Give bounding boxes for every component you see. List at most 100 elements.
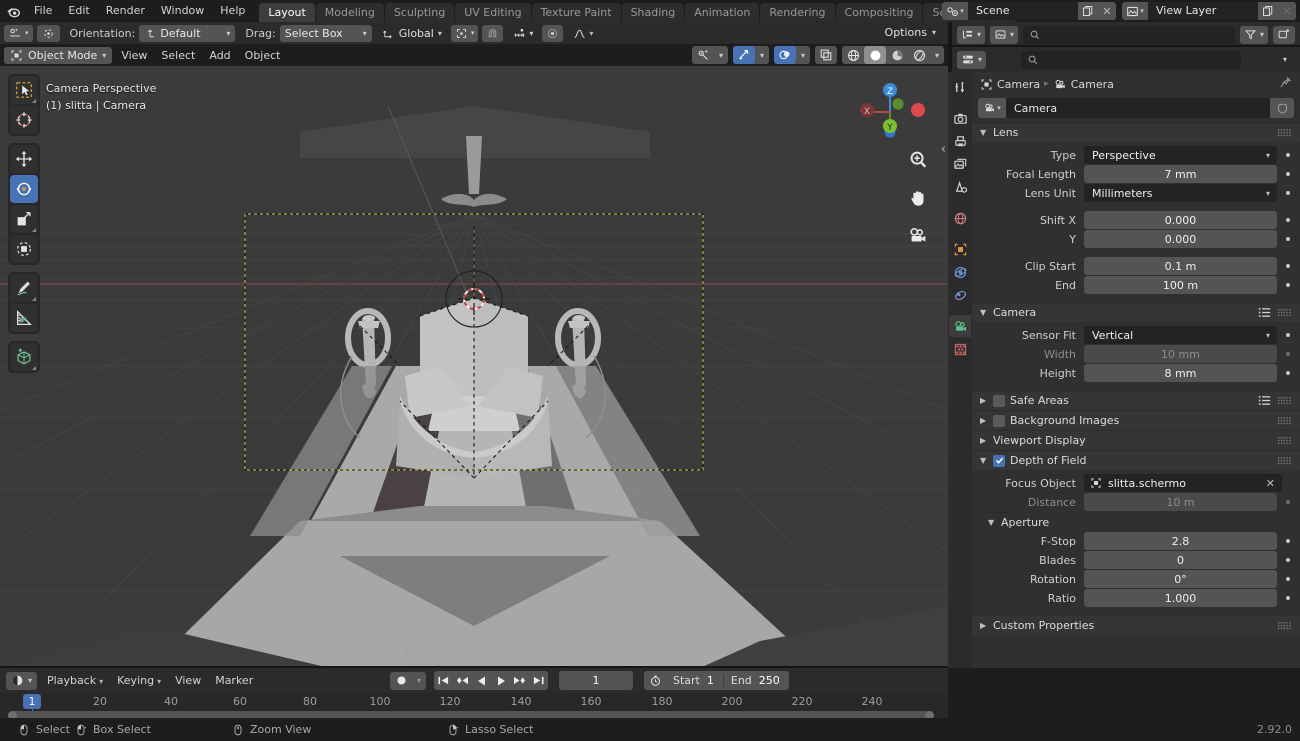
shading-modes-group[interactable]: ▾ [842, 46, 944, 64]
camera-datablock-field[interactable]: ▾ Camera [978, 98, 1294, 118]
animate-property-icon[interactable] [1282, 237, 1294, 241]
toggle-xray-icon[interactable] [815, 46, 837, 64]
chevron-down-icon[interactable]: ▾ [412, 672, 426, 690]
clip-start-field[interactable]: 0.1 m [1084, 257, 1277, 275]
end-value[interactable]: 250 [759, 674, 789, 687]
output-tab[interactable] [949, 130, 971, 152]
workspace-tab-rendering[interactable]: Rendering [760, 3, 835, 22]
new-copy-icon[interactable] [1078, 2, 1098, 20]
material-shading-icon[interactable] [886, 46, 908, 64]
render-tab[interactable] [949, 107, 971, 129]
type-dropdown[interactable]: Perspective ▾ [1084, 146, 1277, 164]
menu-edit[interactable]: Edit [60, 2, 97, 20]
workspace-tab-shading[interactable]: Shading [621, 3, 685, 22]
annotate-tool[interactable] [10, 274, 38, 302]
safe-areas-panel-header[interactable]: ▶ Safe Areas [972, 390, 1300, 410]
close-icon[interactable]: ✕ [1098, 2, 1116, 20]
camera-panel-header[interactable]: ▼ Camera [972, 302, 1300, 322]
animate-property-icon[interactable] [1282, 596, 1294, 600]
panel-presets-icon[interactable] [1258, 307, 1271, 318]
panel-grip-icon[interactable] [1278, 456, 1292, 465]
drag-dropdown[interactable]: Select Box ▾ [279, 24, 372, 42]
panel-presets-icon[interactable] [1258, 395, 1271, 406]
timeline-editor-type-dropdown[interactable]: ▾ [6, 671, 38, 690]
animate-property-icon[interactable] [1282, 153, 1294, 157]
depth-of-field-panel-header[interactable]: ▼ Depth of Field [972, 450, 1300, 470]
select-box-icon[interactable]: ▾ [4, 24, 33, 42]
modifiers-tab[interactable] [949, 261, 971, 283]
jump-end-icon[interactable] [529, 671, 548, 690]
xray-group[interactable]: ▾ [774, 46, 810, 64]
panel-grip-icon[interactable] [1278, 308, 1292, 317]
play-reverse-icon[interactable] [472, 671, 491, 690]
pin-icon[interactable] [1279, 76, 1292, 92]
viewlayer-name[interactable]: View Layer [1148, 2, 1258, 20]
object-tab[interactable] [949, 238, 971, 260]
workspace-tab-animation[interactable]: Animation [685, 3, 760, 22]
chevron-down-icon[interactable]: ▾ [796, 46, 810, 64]
play-icon[interactable] [491, 671, 510, 690]
timeline-menu-keying[interactable]: Keying ▾ [110, 672, 168, 690]
workspace-tab-modeling[interactable]: Modeling [315, 3, 384, 22]
jump-start-icon[interactable] [434, 671, 453, 690]
transform-tool[interactable] [10, 235, 38, 263]
lens-panel-header[interactable]: ▼ Lens [972, 122, 1300, 142]
scene-name[interactable]: Scene [968, 2, 1078, 20]
3d-viewport[interactable]: Camera Perspective (1) slitta | Camera Z… [0, 66, 948, 668]
playhead-handle[interactable]: 1 [23, 694, 41, 709]
animate-property-icon[interactable] [1282, 352, 1294, 356]
background-images-panel-checkbox[interactable] [993, 414, 1005, 427]
current-frame-field[interactable]: 1 [559, 671, 633, 690]
properties-search-input[interactable] [1020, 50, 1241, 69]
animate-property-icon[interactable] [1282, 264, 1294, 268]
solid-shading-icon[interactable] [864, 46, 886, 64]
panel-grip-icon[interactable] [1278, 416, 1292, 425]
tool-expand-corner[interactable] [32, 99, 36, 103]
options-dropdown[interactable]: Options ▾ [879, 24, 942, 41]
texture-tab[interactable] [949, 338, 971, 360]
sidebar-toggle-arrow-icon[interactable]: ‹ [941, 142, 946, 157]
sensor-fit-dropdown[interactable]: Vertical ▾ [1084, 326, 1277, 344]
breadcrumb-object-label[interactable]: Camera [997, 78, 1040, 91]
y-field[interactable]: 0.000 [1084, 230, 1277, 248]
record-icon[interactable] [390, 672, 412, 690]
menu-help[interactable]: Help [212, 2, 253, 20]
end-field[interactable]: 100 m [1084, 276, 1277, 294]
ratio-field[interactable]: 1.000 [1084, 589, 1277, 607]
focus-object-field[interactable]: slitta.schermo ✕ [1084, 474, 1282, 492]
chevron-down-icon[interactable]: ▾ [714, 46, 728, 64]
properties-body[interactable]: Camera ▸ Camera ▾ Camera ▼ Lens Type Per… [972, 72, 1300, 668]
snap-space-dropdown[interactable]: Global ▾ [376, 25, 447, 42]
tweak-select-tool[interactable] [10, 76, 38, 104]
clear-icon[interactable]: ✕ [1266, 477, 1275, 490]
menu-window[interactable]: Window [153, 2, 212, 20]
close-icon[interactable]: ✕ [1278, 2, 1296, 20]
pivot-icon[interactable] [36, 24, 60, 42]
gizmo-group[interactable]: ▾ [692, 46, 728, 64]
animate-property-icon[interactable] [1282, 283, 1294, 287]
pan-hand-icon[interactable] [904, 184, 932, 212]
workspace-tab-compositing[interactable]: Compositing [835, 3, 923, 22]
tool-tab[interactable] [949, 76, 971, 98]
animate-property-icon[interactable] [1282, 558, 1294, 562]
blender-logo-icon[interactable] [0, 0, 26, 22]
f-stop-field[interactable]: 2.8 [1084, 532, 1277, 550]
viewport-menu-view[interactable]: View [114, 47, 154, 64]
snap-magnet-icon[interactable] [482, 24, 504, 42]
panel-grip-icon[interactable] [1278, 128, 1292, 137]
menu-render[interactable]: Render [98, 2, 153, 20]
animate-property-icon[interactable] [1282, 500, 1294, 504]
animate-property-icon[interactable] [1282, 172, 1294, 176]
view-layer-icon[interactable]: ▾ [1122, 2, 1148, 20]
show-overlays-icon[interactable] [733, 46, 755, 64]
properties-options-dropdown[interactable]: ▾ [1275, 55, 1295, 64]
wireframe-shading-icon[interactable] [842, 46, 864, 64]
outliner-filter-id-dropdown[interactable]: ▾ [990, 25, 1019, 44]
custom-properties-panel-header[interactable]: ▶ Custom Properties [972, 615, 1300, 635]
new-copy-icon[interactable] [1258, 2, 1278, 20]
viewport-display-panel-header[interactable]: ▶ Viewport Display [972, 430, 1300, 450]
lens-unit-dropdown[interactable]: Millimeters ▾ [1084, 184, 1277, 202]
stopwatch-icon[interactable] [644, 674, 666, 687]
animate-property-icon[interactable] [1282, 371, 1294, 375]
animate-property-icon[interactable] [1282, 577, 1294, 581]
